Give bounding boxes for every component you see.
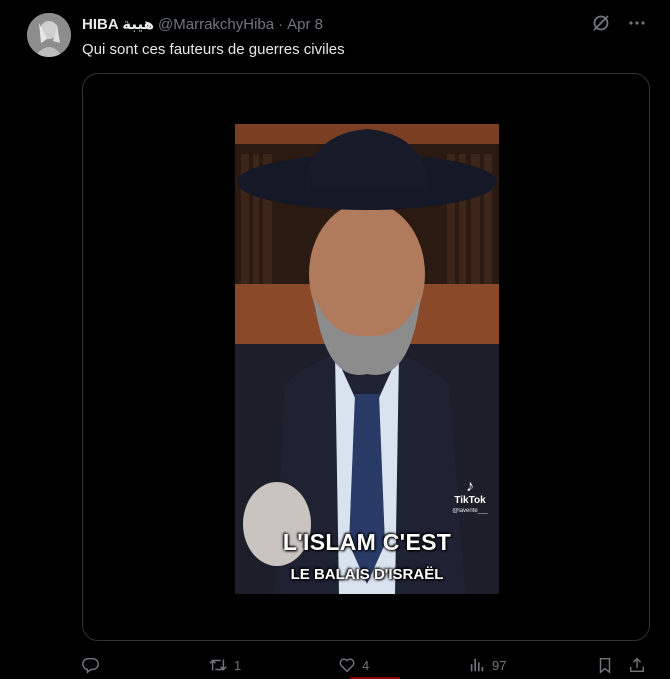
bookmark-icon	[599, 657, 611, 674]
like-button[interactable]: 4	[338, 656, 369, 674]
like-count: 4	[362, 657, 370, 673]
avatar[interactable]	[27, 13, 71, 57]
retweet-button[interactable]: 1	[208, 656, 241, 674]
tweet-header: HIBA هيبة @MarrakchyHiba · Apr 8	[82, 14, 323, 34]
share-icon	[629, 657, 645, 673]
tweet-actions: 1 4 97	[82, 656, 650, 678]
video-media[interactable]: ♪ TikTok @laverite___ L'ISLAM C'EST LE B…	[82, 73, 650, 641]
tweet: HIBA هيبة @MarrakchyHiba · Apr 8 Qui son…	[0, 0, 670, 679]
tiktok-icon: ♪	[466, 478, 474, 495]
video-still	[235, 124, 499, 594]
views-icon	[470, 658, 484, 672]
more-icon[interactable]	[626, 12, 648, 34]
tweet-date[interactable]: Apr 8	[287, 16, 323, 33]
avatar-image	[27, 13, 71, 57]
retweet-count: 1	[234, 657, 242, 673]
retweet-icon	[209, 659, 227, 671]
watermark-user: @laverite___	[452, 508, 488, 514]
author-name[interactable]: HIBA هيبة	[82, 15, 154, 33]
grok-icon[interactable]	[590, 12, 612, 34]
header-actions	[590, 12, 648, 34]
bookmark-button[interactable]	[596, 656, 614, 674]
tweet-text: Qui sont ces fauteurs de guerres civiles	[82, 41, 345, 58]
share-button[interactable]	[628, 656, 646, 674]
video-caption-line1: L'ISLAM C'EST	[282, 529, 452, 555]
like-icon	[339, 658, 355, 673]
reply-icon	[82, 657, 99, 674]
watermark-title: TikTok	[454, 495, 486, 506]
tiktok-watermark: ♪ TikTok @laverite___	[443, 479, 497, 515]
views-button[interactable]: 97	[468, 656, 506, 674]
views-count: 97	[492, 657, 507, 673]
separator-dot: ·	[278, 15, 284, 33]
author-handle[interactable]: @MarrakchyHiba	[158, 16, 274, 33]
video-frame[interactable]: ♪ TikTok @laverite___ L'ISLAM C'EST LE B…	[235, 124, 499, 594]
reply-button[interactable]	[82, 656, 106, 674]
video-caption-line2: LE BALAIS D'ISRAËL	[290, 566, 444, 583]
